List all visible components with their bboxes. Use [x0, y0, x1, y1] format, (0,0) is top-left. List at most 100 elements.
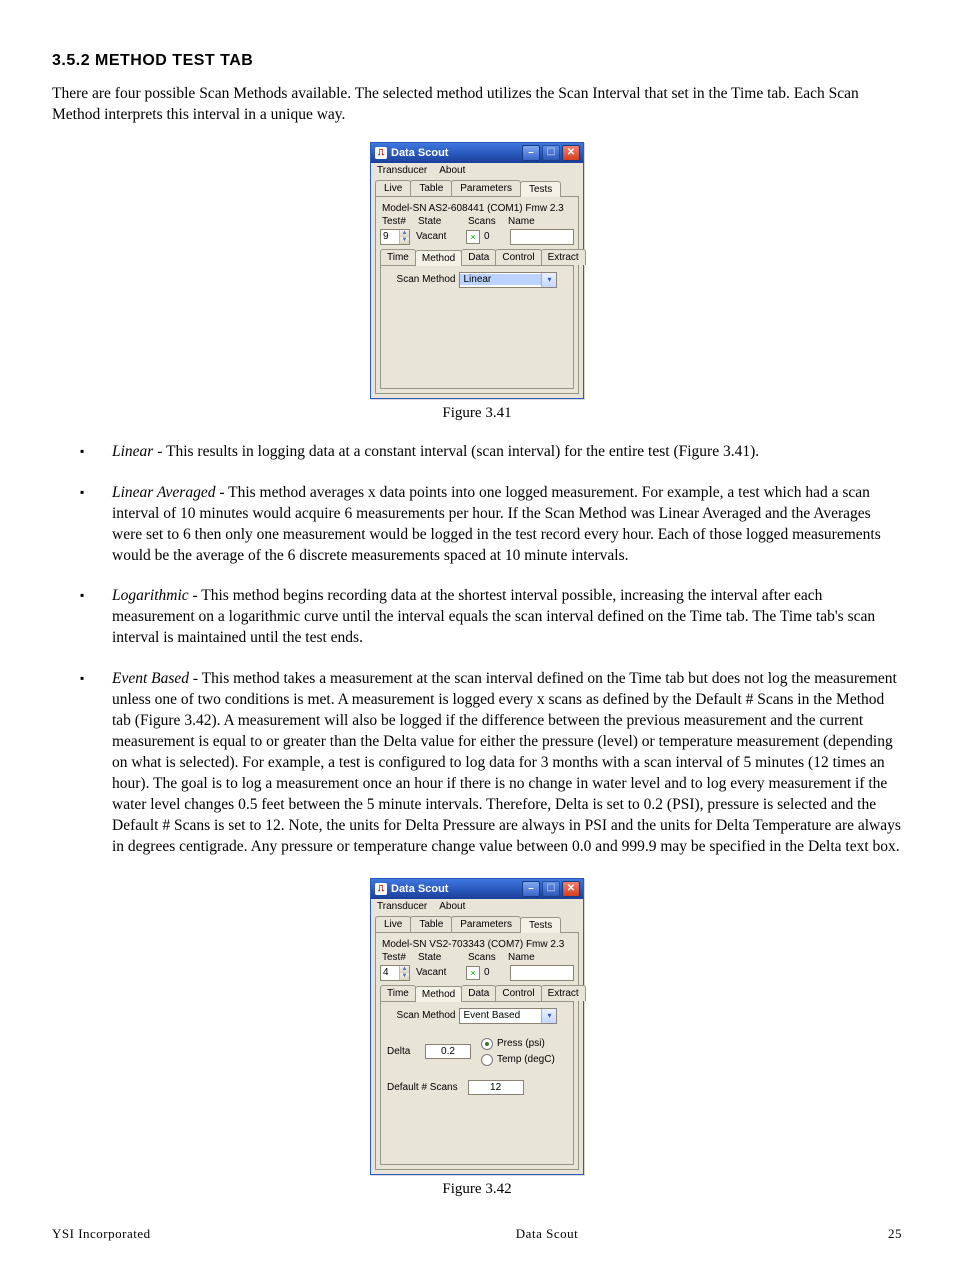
stepper-down-icon[interactable]: ▼: [399, 237, 409, 244]
menu-transducer[interactable]: Transducer: [377, 901, 427, 912]
subtab-data[interactable]: Data: [461, 249, 496, 265]
text-linear-averaged: - This method averages x data points int…: [112, 484, 881, 564]
sub-tabstrip: Time Method Data Control Extract: [380, 245, 574, 265]
test-number-value: 9: [383, 231, 389, 242]
footer-center: Data Scout: [252, 1226, 842, 1242]
minimize-button[interactable]: –: [522, 881, 540, 897]
scan-method-label: Scan Method: [397, 274, 456, 285]
default-scans-field[interactable]: 12: [468, 1080, 524, 1095]
subtab-time[interactable]: Time: [380, 985, 416, 1001]
subtab-data[interactable]: Data: [461, 985, 496, 1001]
scan-method-label: Scan Method: [397, 1010, 456, 1021]
label-name: Name: [508, 216, 572, 227]
window-title: Data Scout: [391, 147, 522, 159]
tests-panel: Model-SN VS2-703343 (COM7) Fmw 2.3 Test#…: [375, 932, 579, 1170]
label-scans: Scans: [468, 216, 504, 227]
footer-right: 25: [842, 1226, 902, 1242]
subtab-extract[interactable]: Extract: [541, 985, 586, 1001]
label-name: Name: [508, 952, 572, 963]
stepper-up-icon[interactable]: ▲: [399, 966, 409, 973]
method-descriptions: Linear - This results in logging data at…: [52, 442, 902, 858]
state-value: Vacant: [416, 967, 462, 978]
menu-about[interactable]: About: [439, 165, 465, 176]
subtab-control[interactable]: Control: [495, 985, 541, 1001]
close-button[interactable]: ✕: [562, 145, 580, 161]
menu-about[interactable]: About: [439, 901, 465, 912]
term-linear: Linear: [112, 443, 153, 460]
label-test-no: Test#: [382, 952, 414, 963]
figure-3-41: ⎍ Data Scout – ☐ ✕ Transducer About Live…: [52, 142, 902, 399]
scans-checkbox[interactable]: ×: [466, 966, 480, 980]
default-scans-label: Default # Scans: [387, 1082, 458, 1093]
top-tabstrip: Live Table Parameters Tests: [371, 914, 583, 932]
section-heading: 3.5.2 METHOD TEST TAB: [52, 52, 902, 70]
delta-field[interactable]: 0.2: [425, 1044, 471, 1059]
tab-tests[interactable]: Tests: [520, 917, 561, 933]
tab-live[interactable]: Live: [375, 180, 411, 196]
scans-value: 0: [484, 231, 506, 242]
method-subpanel: Scan Method Event Based ▾ Delta 0.2 Pr: [380, 1001, 574, 1165]
chevron-down-icon[interactable]: ▾: [541, 1009, 556, 1023]
tab-table[interactable]: Table: [410, 916, 452, 932]
scan-method-value: Linear: [460, 274, 541, 285]
model-line: Model-SN AS2-608441 (COM1) Fmw 2.3: [380, 201, 574, 216]
subtab-control[interactable]: Control: [495, 249, 541, 265]
scan-method-dropdown[interactable]: Linear ▾: [459, 272, 557, 288]
maximize-button: ☐: [542, 145, 560, 161]
subtab-extract[interactable]: Extract: [541, 249, 586, 265]
titlebar: ⎍ Data Scout – ☐ ✕: [371, 143, 583, 163]
intro-paragraph: There are four possible Scan Methods ava…: [52, 84, 902, 126]
model-line: Model-SN VS2-703343 (COM7) Fmw 2.3: [380, 937, 574, 952]
label-state: State: [418, 952, 464, 963]
test-number-stepper[interactable]: 4 ▲▼: [380, 965, 410, 981]
label-scans: Scans: [468, 952, 504, 963]
subtab-time[interactable]: Time: [380, 249, 416, 265]
stepper-up-icon[interactable]: ▲: [399, 230, 409, 237]
menubar: Transducer About: [371, 899, 583, 914]
term-logarithmic: Logarithmic: [112, 587, 189, 604]
menu-transducer[interactable]: Transducer: [377, 165, 427, 176]
scans-checkbox[interactable]: ×: [466, 230, 480, 244]
text-event-based: - This method takes a measurement at the…: [112, 670, 901, 854]
method-subpanel: Scan Method Linear ▾: [380, 265, 574, 389]
tab-live[interactable]: Live: [375, 916, 411, 932]
app-icon: ⎍: [375, 883, 387, 895]
chevron-down-icon[interactable]: ▾: [541, 273, 556, 287]
footer-left: YSI Incorporated: [52, 1226, 252, 1242]
titlebar: ⎍ Data Scout – ☐ ✕: [371, 879, 583, 899]
minimize-button[interactable]: –: [522, 145, 540, 161]
bullet-linear: Linear - This results in logging data at…: [52, 442, 902, 463]
data-scout-window: ⎍ Data Scout – ☐ ✕ Transducer About Live…: [370, 142, 584, 399]
sub-tabstrip: Time Method Data Control Extract: [380, 981, 574, 1001]
top-tabstrip: Live Table Parameters Tests: [371, 178, 583, 196]
subtab-method[interactable]: Method: [415, 986, 462, 1002]
text-logarithmic: - This method begins recording data at t…: [112, 587, 875, 646]
window-title: Data Scout: [391, 883, 522, 895]
radio-temp[interactable]: [481, 1054, 493, 1066]
text-linear: - This results in logging data at a cons…: [153, 443, 759, 460]
figure-3-42: ⎍ Data Scout – ☐ ✕ Transducer About Live…: [52, 878, 902, 1175]
radio-temp-label: Temp (degC): [497, 1054, 555, 1065]
stepper-down-icon[interactable]: ▼: [399, 973, 409, 980]
name-field[interactable]: [510, 965, 574, 981]
name-field[interactable]: [510, 229, 574, 245]
scan-method-dropdown[interactable]: Event Based ▾: [459, 1008, 557, 1024]
test-number-stepper[interactable]: 9 ▲▼: [380, 229, 410, 245]
close-button[interactable]: ✕: [562, 881, 580, 897]
radio-press[interactable]: [481, 1038, 493, 1050]
figure-3-41-caption: Figure 3.41: [52, 405, 902, 422]
tab-parameters[interactable]: Parameters: [451, 916, 521, 932]
tests-panel: Model-SN AS2-608441 (COM1) Fmw 2.3 Test#…: [375, 196, 579, 394]
maximize-button: ☐: [542, 881, 560, 897]
tab-tests[interactable]: Tests: [520, 181, 561, 197]
tab-parameters[interactable]: Parameters: [451, 180, 521, 196]
subtab-method[interactable]: Method: [415, 250, 462, 266]
bullet-linear-averaged: Linear Averaged - This method averages x…: [52, 483, 902, 567]
menubar: Transducer About: [371, 163, 583, 178]
tab-table[interactable]: Table: [410, 180, 452, 196]
bullet-logarithmic: Logarithmic - This method begins recordi…: [52, 586, 902, 649]
test-number-value: 4: [383, 967, 389, 978]
state-value: Vacant: [416, 231, 462, 242]
term-event-based: Event Based: [112, 670, 189, 687]
label-test-no: Test#: [382, 216, 414, 227]
